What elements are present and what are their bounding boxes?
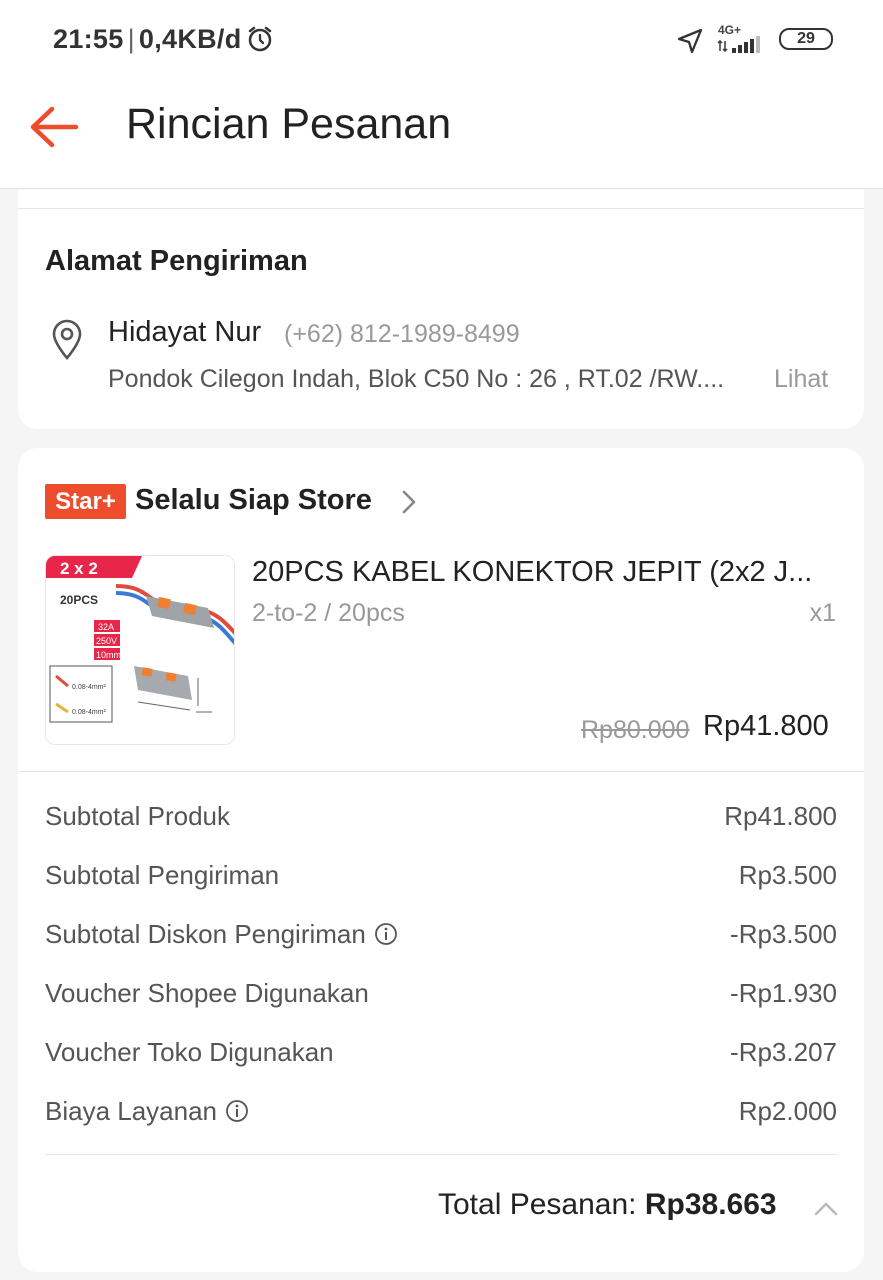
summary-label-with-info: Subtotal Diskon Pengiriman — [45, 919, 398, 950]
image-pcs-label: 20PCS — [60, 593, 98, 607]
divider — [45, 1154, 837, 1155]
address-section-title: Alamat Pengiriman — [45, 245, 308, 277]
divider — [18, 208, 864, 209]
chevron-up-icon[interactable] — [813, 1199, 839, 1217]
image-wire-2: 0.08-4mm² — [72, 709, 107, 716]
status-data-rate: 0,4KB/d — [138, 24, 242, 54]
recipient-phone: (+62) 812-1989-8499 — [284, 320, 520, 348]
recipient-name: Hidayat Nur — [108, 316, 262, 348]
status-bar: 21:55 | 0,4KB/d 4G+ 29 — [0, 0, 883, 78]
image-spec-3: 10mm — [96, 650, 121, 660]
summary-value: Rp3.500 — [738, 860, 837, 890]
product-name[interactable]: 20PCS KABEL KONEKTOR JEPIT (2x2 J... — [252, 556, 837, 589]
summary-row: Biaya Layanan Rp2.000 — [45, 1096, 837, 1136]
info-icon[interactable] — [374, 922, 398, 946]
page-title: Rincian Pesanan — [126, 100, 452, 148]
original-price: Rp80.000 — [581, 716, 690, 744]
status-time: 21:55 — [53, 24, 124, 54]
shipping-address-card: Alamat Pengiriman Hidayat Nur (+62) 812-… — [18, 190, 864, 429]
product-price: Rp41.800 — [703, 710, 829, 742]
order-card: Star+ Selalu Siap Store 2 x 2 20PCS 32A … — [18, 448, 864, 1272]
info-icon[interactable] — [225, 1099, 249, 1123]
image-combo-label: 2 x 2 — [60, 559, 98, 578]
summary-value: -Rp1.930 — [730, 978, 837, 1008]
address-line: Pondok Cilegon Indah, Blok C50 No : 26 ,… — [108, 365, 725, 393]
summary-value: -Rp3.500 — [730, 919, 837, 949]
view-address-link[interactable]: Lihat — [774, 365, 828, 394]
summary-row: Subtotal Diskon Pengiriman -Rp3.500 — [45, 919, 837, 959]
summary-label: Subtotal Diskon Pengiriman — [45, 919, 366, 949]
summary-value: -Rp3.207 — [730, 1037, 837, 1067]
summary-label: Biaya Layanan — [45, 1096, 218, 1126]
location-pin-icon — [52, 319, 82, 360]
summary-label: Voucher Shopee Digunakan — [45, 978, 369, 1008]
summary-row: Voucher Shopee Digunakan -Rp1.930 — [45, 978, 837, 1018]
summary-label: Subtotal Produk — [45, 801, 231, 831]
chevron-right-icon[interactable] — [398, 488, 420, 516]
image-spec-1: 32A — [98, 622, 114, 632]
app-bar: Rincian Pesanan — [0, 78, 883, 189]
order-total: Total Pesanan: Rp38.663 — [438, 1188, 777, 1222]
status-time-group: 21:55 | 0,4KB/d — [53, 24, 242, 55]
battery-indicator: 29 — [779, 28, 833, 50]
alarm-icon — [248, 26, 272, 52]
product-quantity: x1 — [809, 599, 836, 627]
star-plus-badge: Star+ — [45, 484, 126, 519]
product-image: 2 x 2 20PCS 32A 250V 10mm 0.08-4mm² 0.08… — [46, 556, 234, 744]
image-wire-1: 0.08-4mm² — [72, 684, 107, 691]
summary-row: Subtotal Pengiriman Rp3.500 — [45, 860, 837, 900]
store-name[interactable]: Selalu Siap Store — [135, 484, 372, 517]
location-arrow-icon — [677, 28, 703, 54]
summary-row: Voucher Toko Digunakan -Rp3.207 — [45, 1037, 837, 1077]
summary-row: Subtotal Produk Rp41.800 — [45, 801, 837, 841]
summary-value: Rp41.800 — [724, 801, 837, 831]
total-label: Total Pesanan: — [438, 1188, 637, 1221]
summary-label: Subtotal Pengiriman — [45, 860, 280, 890]
summary-label-with-info: Biaya Layanan — [45, 1096, 249, 1127]
summary-value: Rp2.000 — [738, 1096, 837, 1126]
signal-icon: 4G+ — [716, 23, 768, 55]
divider — [18, 771, 864, 772]
summary-label: Voucher Toko Digunakan — [45, 1037, 334, 1067]
product-thumbnail[interactable]: 2 x 2 20PCS 32A 250V 10mm 0.08-4mm² 0.08… — [45, 555, 235, 745]
total-value: Rp38.663 — [644, 1188, 777, 1221]
status-separator: | — [127, 24, 135, 54]
image-spec-2: 250V — [96, 636, 117, 646]
back-arrow-icon[interactable] — [26, 102, 82, 152]
product-variant: 2-to-2 / 20pcs — [252, 599, 405, 627]
